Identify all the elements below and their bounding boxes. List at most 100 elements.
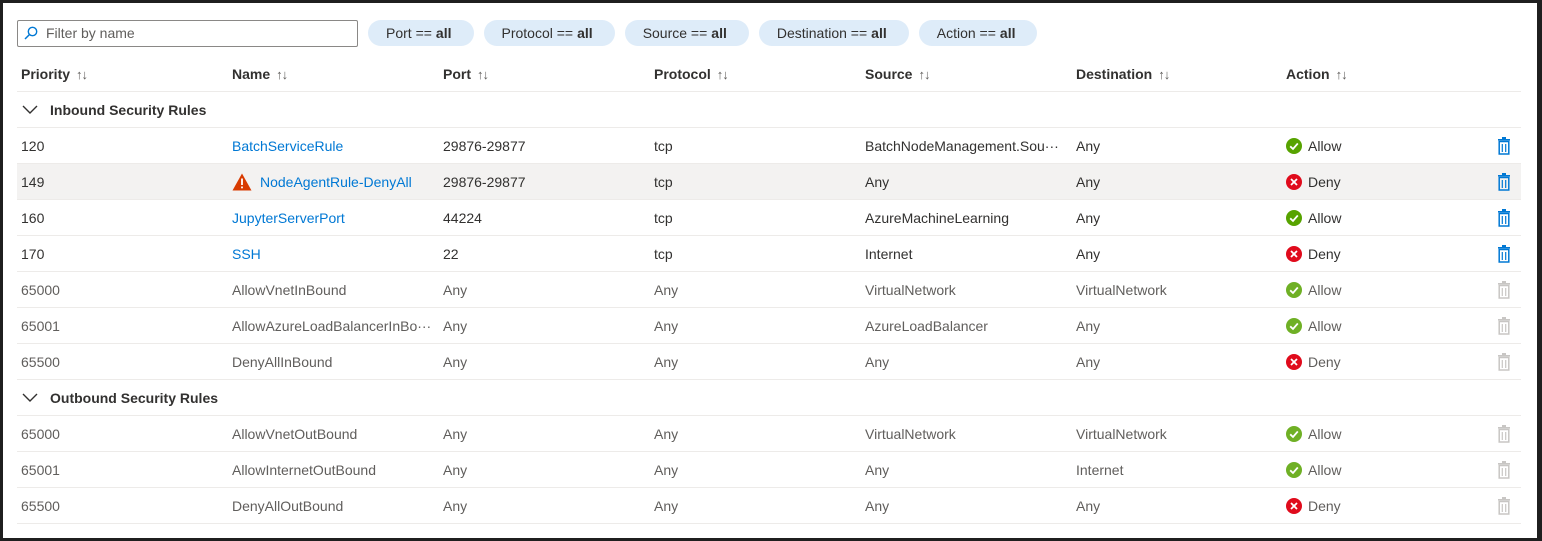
filter-by-name-input[interactable] (46, 25, 346, 41)
delete-button-disabled (1493, 452, 1515, 488)
chevron-down-icon[interactable] (22, 391, 42, 405)
action-cell: Deny (1286, 164, 1466, 200)
table-row[interactable]: 149 NodeAgentRule-DenyAll 29876-29877 tc… (17, 164, 1521, 200)
table-row[interactable]: 160 JupyterServerPort 44224 tcp AzureMac… (17, 200, 1521, 236)
name-cell: AllowVnetOutBound (232, 426, 358, 442)
destination-cell: VirtualNetwork (1076, 426, 1167, 442)
delete-button[interactable] (1493, 128, 1515, 164)
name-cell: SSH (232, 236, 437, 272)
security-rules-panel: Port == all Protocol == all Source == al… (3, 3, 1537, 538)
name-cell: AllowVnetInBound (232, 282, 347, 298)
priority-cell: 65000 (21, 282, 60, 298)
table-row[interactable]: 65000 AllowVnetOutBound Any Any VirtualN… (17, 416, 1521, 452)
action-label: Deny (1308, 498, 1341, 514)
table-row[interactable]: 65001 AllowAzureLoadBalancerInBo··· Any … (17, 308, 1521, 344)
source-cell: Any (865, 462, 890, 478)
header-label: Source (865, 66, 913, 82)
error-circle-icon (1286, 246, 1302, 262)
delete-button[interactable] (1493, 164, 1515, 200)
action-cell: Deny (1286, 488, 1466, 524)
action-label: Allow (1308, 318, 1342, 334)
port-cell: 29876-29877 (443, 174, 526, 190)
header-label: Action (1286, 66, 1330, 82)
port-cell: Any (443, 462, 468, 478)
action-filter-pill[interactable]: Action == all (918, 20, 1038, 46)
name-cell: DenyAllOutBound (232, 498, 344, 514)
trash-icon (1497, 281, 1511, 299)
destination-cell: VirtualNetwork (1076, 282, 1167, 298)
action-cell: Allow (1286, 272, 1466, 308)
delete-button[interactable] (1493, 236, 1515, 272)
port-cell: 44224 (443, 210, 482, 226)
name-cell: AllowAzureLoadBalancerInBo··· (232, 318, 432, 334)
protocol-cell: Any (654, 354, 679, 370)
chevron-down-icon[interactable] (22, 103, 42, 117)
trash-icon (1497, 245, 1511, 263)
column-header-priority[interactable]: Priority ↑↓ (21, 56, 221, 92)
column-header-protocol[interactable]: Protocol ↑↓ (654, 56, 854, 92)
warning-icon (232, 173, 252, 191)
rule-name-link[interactable]: SSH (232, 246, 261, 262)
group-label: Outbound Security Rules (50, 389, 219, 406)
protocol-cell: Any (654, 462, 679, 478)
table-row[interactable]: 120 BatchServiceRule 29876-29877 tcp Bat… (17, 128, 1521, 164)
error-circle-icon (1286, 354, 1302, 370)
action-cell: Allow (1286, 452, 1466, 488)
pill-value: all (871, 25, 887, 41)
port-filter-pill[interactable]: Port == all (368, 20, 474, 46)
source-cell: Any (865, 498, 890, 514)
table-row[interactable]: 170 SSH 22 tcp Internet Any Deny (17, 236, 1521, 272)
rule-name-link[interactable]: JupyterServerPort (232, 210, 345, 226)
port-cell: Any (443, 426, 468, 442)
destination-cell: Any (1076, 174, 1101, 190)
port-cell: Any (443, 354, 468, 370)
delete-button[interactable] (1493, 200, 1515, 236)
action-label: Allow (1308, 462, 1342, 478)
priority-cell: 149 (21, 174, 45, 190)
delete-button-disabled (1493, 272, 1515, 308)
protocol-cell: tcp (654, 246, 673, 262)
port-cell: Any (443, 282, 468, 298)
priority-cell: 160 (21, 210, 45, 226)
check-circle-icon (1286, 318, 1302, 334)
table-row[interactable]: 65500 DenyAllInBound Any Any Any Any Den… (17, 344, 1521, 380)
sort-icon: ↑↓ (477, 66, 489, 82)
rule-name-link[interactable]: NodeAgentRule-DenyAll (260, 174, 412, 190)
search-box[interactable] (17, 19, 358, 47)
group-header-outbound[interactable]: Outbound Security Rules (17, 380, 1521, 416)
pill-value: all (577, 25, 593, 41)
header-label: Port (443, 66, 471, 82)
trash-icon (1497, 425, 1511, 443)
port-cell: Any (443, 318, 468, 334)
table-row[interactable]: 65001 AllowInternetOutBound Any Any Any … (17, 452, 1521, 488)
sort-icon: ↑↓ (1158, 66, 1170, 82)
pill-label: Protocol == (501, 25, 574, 41)
column-header-port[interactable]: Port ↑↓ (443, 56, 643, 92)
destination-cell: Any (1076, 354, 1101, 370)
protocol-cell: tcp (654, 138, 673, 154)
action-cell: Deny (1286, 236, 1466, 272)
sort-icon: ↑↓ (918, 66, 930, 82)
table-row[interactable]: 65000 AllowVnetInBound Any Any VirtualNe… (17, 272, 1521, 308)
protocol-filter-pill[interactable]: Protocol == all (483, 20, 615, 46)
column-header-source[interactable]: Source ↑↓ (865, 56, 1070, 92)
action-cell: Allow (1286, 308, 1466, 344)
column-header-name[interactable]: Name ↑↓ (232, 56, 437, 92)
source-cell: Any (865, 354, 890, 370)
pill-label: Port == (386, 25, 432, 41)
rule-name-link[interactable]: BatchServiceRule (232, 138, 343, 154)
table-row[interactable]: 65500 DenyAllOutBound Any Any Any Any De… (17, 488, 1521, 524)
header-label: Protocol (654, 66, 711, 82)
destination-filter-pill[interactable]: Destination == all (758, 20, 909, 46)
group-header-inbound[interactable]: Inbound Security Rules (17, 92, 1521, 128)
action-label: Deny (1308, 246, 1341, 262)
column-header-destination[interactable]: Destination ↑↓ (1076, 56, 1276, 92)
protocol-cell: tcp (654, 210, 673, 226)
source-filter-pill[interactable]: Source == all (624, 20, 749, 46)
column-header-action[interactable]: Action ↑↓ (1286, 56, 1466, 92)
group-label: Inbound Security Rules (50, 101, 207, 118)
delete-button-disabled (1493, 488, 1515, 524)
filter-bar: Port == all Protocol == all Source == al… (17, 19, 1038, 47)
error-circle-icon (1286, 174, 1302, 190)
trash-icon (1497, 461, 1511, 479)
